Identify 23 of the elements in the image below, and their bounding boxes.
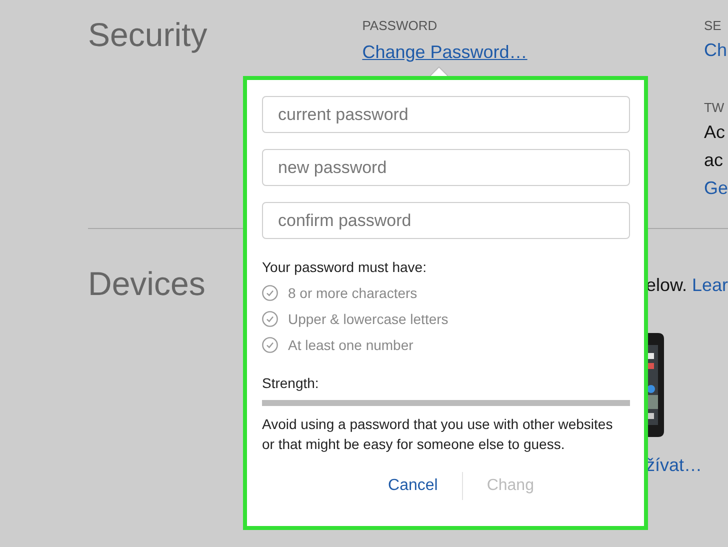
column-text: Ac xyxy=(704,121,726,144)
requirement-text: 8 or more characters xyxy=(288,285,418,301)
column-text: ac xyxy=(704,149,724,172)
learn-link[interactable]: Lear xyxy=(692,273,728,297)
strength-label: Strength: xyxy=(262,375,320,391)
column-link[interactable]: Ge xyxy=(704,176,728,200)
requirements-title: Your password must have: xyxy=(262,259,428,275)
dialog-button[interactable]: Cancel xyxy=(382,473,444,499)
requirement-text: At least one number xyxy=(288,337,414,353)
device-link[interactable]: žívat… xyxy=(646,453,728,477)
column-link[interactable]: Ch xyxy=(704,38,728,62)
section-title: Security xyxy=(88,16,208,53)
requirement-text: Upper & lowercase letters xyxy=(288,311,448,327)
section-title: Devices xyxy=(88,265,206,302)
change-password-link[interactable]: Change Password… xyxy=(362,40,704,64)
password-field[interactable]: new password xyxy=(262,149,630,186)
devices-text: elow. xyxy=(646,274,687,297)
column-label: TW xyxy=(704,100,726,116)
password-field[interactable]: confirm password xyxy=(262,202,630,239)
password-label: PASSWORD xyxy=(362,18,438,34)
advice-text: Avoid using a password that you use with other websites or that might be easy for someone else to guess. xyxy=(262,415,614,454)
column-label: SE xyxy=(704,18,722,34)
password-field[interactable]: current password xyxy=(262,96,630,133)
